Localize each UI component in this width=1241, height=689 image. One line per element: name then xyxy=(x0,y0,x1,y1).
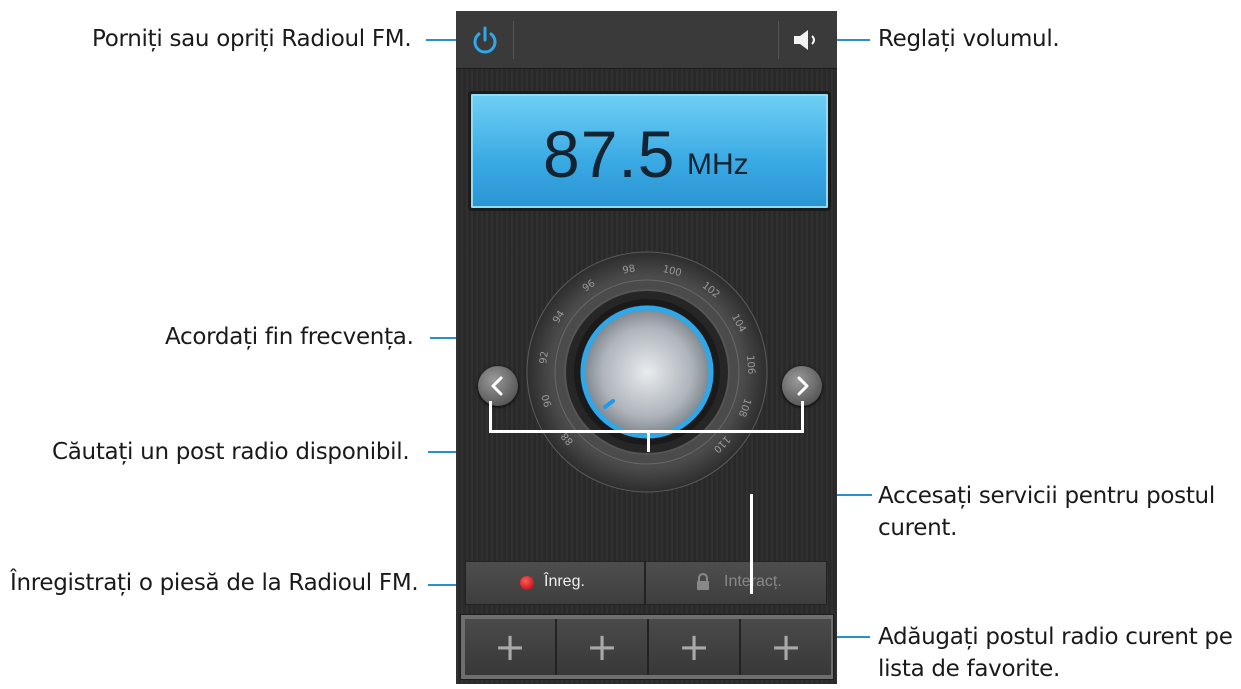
callout-favorites-line1: Adăugați postul radio curent pe xyxy=(878,624,1233,650)
chevron-right-icon xyxy=(797,376,809,396)
plus-icon: + xyxy=(586,625,618,669)
radio-screen: 87.5 MHz 8890929496981001021041 xyxy=(456,11,837,684)
dial-tick-label: 106 xyxy=(744,355,756,375)
seek-bracket-right xyxy=(801,401,804,433)
callout-search: Căutați un post radio disponibil. xyxy=(52,439,410,465)
action-bar: Înreg. Interacț. xyxy=(465,561,827,605)
favorite-slot-4[interactable]: + xyxy=(741,619,831,675)
callout-volume: Reglați volumul. xyxy=(878,26,1060,52)
power-button[interactable] xyxy=(464,19,506,61)
record-icon xyxy=(520,576,534,590)
favorite-slot-3[interactable]: + xyxy=(649,619,741,675)
callout-favorites-line2: lista de favorite. xyxy=(878,656,1061,682)
frequency-display: 87.5 MHz xyxy=(468,91,831,211)
record-button[interactable]: Înreg. xyxy=(465,561,645,605)
dial-tick-label: 92 xyxy=(538,350,551,364)
lock-icon xyxy=(697,573,709,590)
chevron-left-icon xyxy=(491,376,503,396)
plus-icon: + xyxy=(770,625,802,669)
frequency-value: 87.5 xyxy=(543,117,676,191)
toolbar-divider xyxy=(513,21,514,59)
seek-bracket-left xyxy=(489,401,492,433)
callout-power: Porniți sau opriți Radioul FM. xyxy=(92,26,412,52)
plus-icon: + xyxy=(494,625,526,669)
favorites-bar: + + + + xyxy=(460,614,834,680)
frequency-unit: MHz xyxy=(687,148,749,181)
interact-button[interactable]: Interacț. xyxy=(645,561,827,605)
dial-graphic: 889092949698 100102104106108110 xyxy=(526,251,768,493)
speaker-icon xyxy=(794,30,815,50)
volume-button[interactable] xyxy=(786,19,828,61)
plus-icon: + xyxy=(678,625,710,669)
callout-services-line1: Accesați servicii pentru postul xyxy=(878,483,1215,509)
tuning-dial[interactable]: 88 90 92 94 96 98 100 102 104 106 108 110 xyxy=(526,251,768,493)
seek-next-button[interactable] xyxy=(782,366,822,406)
callout-services-line2: curent. xyxy=(878,515,958,541)
top-toolbar xyxy=(456,11,837,69)
tuning-knob[interactable] xyxy=(580,305,714,439)
power-icon xyxy=(473,26,497,54)
services-bracket xyxy=(750,494,753,594)
callout-record: Înregistrați o piesă de la Radioul FM. xyxy=(10,570,419,596)
favorite-slot-2[interactable]: + xyxy=(557,619,649,675)
toolbar-divider xyxy=(778,21,779,59)
dial-tick-label: 98 xyxy=(622,264,636,277)
callout-fine-tune: Acordați fin frecvența. xyxy=(165,324,414,350)
seek-prev-button[interactable] xyxy=(478,366,518,406)
seek-bracket-stem xyxy=(647,430,650,452)
favorite-slot-1[interactable]: + xyxy=(465,619,557,675)
record-label: Înreg. xyxy=(544,573,585,590)
leader-favorites xyxy=(836,636,870,638)
